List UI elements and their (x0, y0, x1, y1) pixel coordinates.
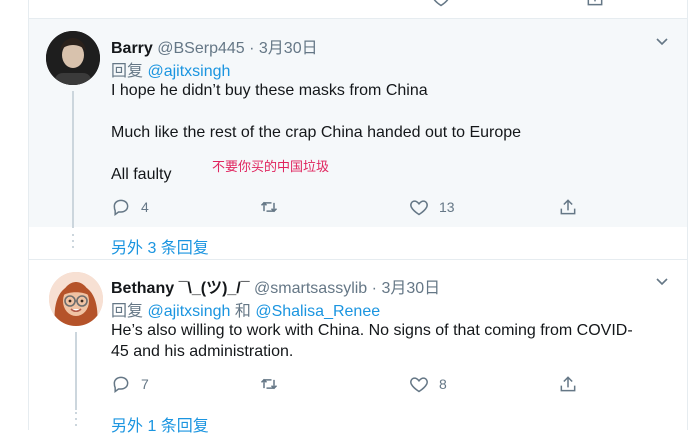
retweet-button[interactable] (259, 373, 289, 395)
timeline-column: Barry @BSerp445 · 3月30日 回复 @ajitxsingh I… (28, 0, 688, 435)
avatar-photo (46, 31, 100, 85)
retweet-button[interactable] (259, 196, 289, 218)
chevron-down-icon[interactable] (654, 33, 670, 49)
author-handle[interactable]: @BSerp445 (157, 40, 244, 57)
mention-link[interactable]: @ajitxsingh (147, 303, 230, 320)
tweet-date[interactable]: 3月30日 (381, 280, 440, 297)
share-icon (560, 376, 576, 392)
reply-context: 回复 @ajitxsingh 和 @Shalisa_Renee (111, 297, 380, 321)
reply-button[interactable]: 4 (111, 196, 149, 218)
author-handle[interactable]: @smartsassylib (254, 280, 367, 297)
tweet-date[interactable]: 3月30日 (259, 40, 318, 57)
tweet-text-line: He’s also willing to work with China. No… (111, 322, 633, 339)
tweet-header: Barry @BSerp445 · 3月30日 (111, 34, 318, 58)
reply-prefix: 回复 (111, 63, 144, 80)
tweet-header: Bethany ¯\_(ツ)_/¯ @smartsassylib · 3月30日 (111, 274, 440, 298)
share-icon (560, 199, 576, 215)
tweet-text-line: I hope he didn’t buy these masks from Ch… (111, 82, 428, 99)
like-icon[interactable] (431, 0, 451, 8)
share-icon[interactable] (585, 0, 605, 8)
reply-context: 回复 @ajitxsingh (111, 57, 230, 81)
like-count: 8 (439, 376, 447, 392)
reply-count: 7 (141, 376, 149, 392)
tweet-text-line: All faulty (111, 166, 172, 183)
share-button[interactable] (558, 373, 578, 395)
reply-prefix: 回复 (111, 303, 144, 320)
author-name[interactable]: Bethany ¯\_(ツ)_/¯ (111, 280, 250, 297)
avatar[interactable] (46, 31, 100, 85)
avatar[interactable] (49, 272, 103, 326)
tweet-text-line: 45 and his administration. (111, 343, 294, 360)
share-button[interactable] (558, 196, 578, 218)
like-button[interactable]: 8 (409, 373, 447, 395)
reply-count: 4 (141, 199, 149, 215)
thread-dots (75, 412, 77, 430)
tweet-bethany[interactable]: Bethany ¯\_(ツ)_/¯ @smartsassylib · 3月30日… (29, 259, 687, 410)
show-more-replies-link[interactable]: 另外 3 条回复 (111, 234, 209, 258)
reply-button[interactable]: 7 (111, 373, 149, 395)
retweet-icon (260, 201, 278, 213)
reply-and: 和 (234, 303, 251, 320)
separator: · (371, 280, 377, 297)
like-icon (410, 200, 428, 216)
show-more-replies-link[interactable]: 另外 1 条回复 (111, 412, 209, 436)
like-button[interactable]: 13 (409, 196, 455, 218)
author-name[interactable]: Barry (111, 40, 153, 57)
thread-line (75, 332, 77, 410)
separator: · (249, 40, 255, 57)
thread-dots (72, 234, 74, 252)
tweet-text-line: Much like the rest of the crap China han… (111, 124, 522, 141)
mention-link[interactable]: @ajitxsingh (147, 63, 230, 80)
tweet-barry[interactable]: Barry @BSerp445 · 3月30日 回复 @ajitxsingh I… (29, 18, 687, 228)
like-count: 13 (439, 199, 455, 215)
reply-icon (113, 376, 129, 393)
retweet-icon (260, 378, 278, 390)
handwritten-annotation: 不要你买的中国垃圾 (212, 159, 330, 174)
like-icon (410, 377, 428, 393)
thread-line (72, 91, 74, 228)
chevron-down-icon[interactable] (654, 273, 670, 289)
reply-icon (113, 199, 129, 216)
mention-link[interactable]: @Shalisa_Renee (255, 303, 380, 320)
memoji-avatar (49, 272, 103, 326)
